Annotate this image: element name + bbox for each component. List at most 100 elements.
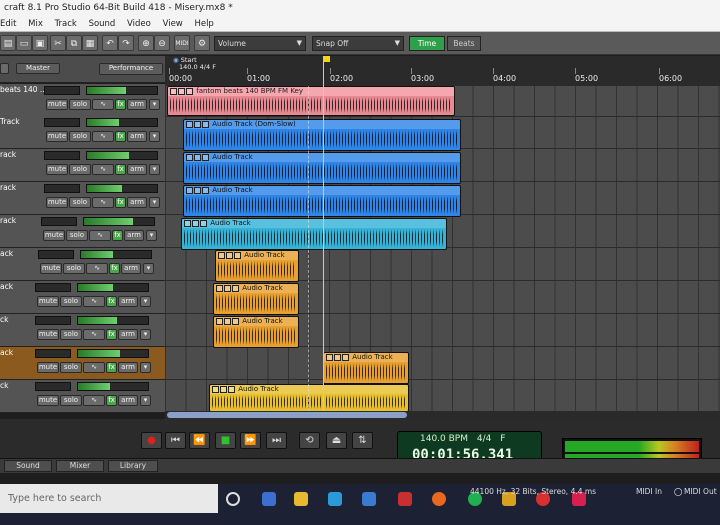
- audio-clip[interactable]: Audio Track: [181, 218, 447, 250]
- audio-clip[interactable]: Audio Track: [323, 352, 409, 384]
- track-name[interactable]: rack: [0, 183, 16, 192]
- pan-slider[interactable]: [44, 118, 80, 127]
- zoom-in-icon[interactable]: ⊕: [138, 35, 154, 51]
- scrollbar-thumb[interactable]: [167, 412, 407, 418]
- solo-button[interactable]: solo: [60, 362, 82, 373]
- volume-slider[interactable]: [77, 316, 149, 325]
- chevron-down-icon[interactable]: ▾: [140, 329, 151, 340]
- track-header-row[interactable]: Track mute solo ∿ fx arm ▾: [0, 116, 165, 149]
- track-name[interactable]: ack: [0, 249, 13, 258]
- track-header-row[interactable]: ack mute solo ∿ fx arm ▾: [0, 347, 165, 380]
- track-header-row[interactable]: rack mute solo ∿ fx arm ▾: [0, 182, 165, 215]
- metronome-icon[interactable]: ⏏: [326, 432, 347, 449]
- mute-button[interactable]: mute: [43, 230, 65, 241]
- timeline-ruler[interactable]: ◉ Start 140.0 4/4 F 00:00 01:00 02:00 03…: [165, 56, 720, 87]
- go-to-end-icon[interactable]: ⏭: [266, 432, 287, 449]
- chevron-down-icon[interactable]: ▾: [146, 230, 157, 241]
- menu-view[interactable]: View: [163, 19, 183, 29]
- track-name[interactable]: rack: [0, 150, 16, 159]
- task-view-icon[interactable]: [226, 492, 240, 506]
- pan-slider[interactable]: [35, 283, 71, 292]
- desktop-icon[interactable]: [262, 492, 276, 506]
- midi-badge[interactable]: MIDI: [174, 35, 190, 51]
- automation-icon[interactable]: ∿: [92, 131, 114, 142]
- solo-button[interactable]: solo: [63, 263, 85, 274]
- clip-menu-icon[interactable]: [212, 385, 219, 393]
- clip-header[interactable]: Audio Track: [216, 251, 298, 260]
- clip-loop-icon[interactable]: [186, 87, 193, 95]
- clip-mute-icon[interactable]: [192, 219, 199, 227]
- clip-menu-icon[interactable]: [184, 219, 191, 227]
- pan-slider[interactable]: [35, 349, 71, 358]
- tab-sound[interactable]: Sound: [4, 460, 52, 472]
- clip-mute-icon[interactable]: [226, 251, 233, 259]
- fx-button[interactable]: fx: [115, 197, 126, 208]
- solo-button[interactable]: solo: [69, 164, 91, 175]
- fx-button[interactable]: fx: [115, 99, 126, 110]
- chevron-down-icon[interactable]: ▾: [143, 263, 154, 274]
- zoom-out-icon[interactable]: ⊖: [154, 35, 170, 51]
- clip-loop-icon[interactable]: [202, 153, 209, 161]
- clip-mute-icon[interactable]: [194, 120, 201, 128]
- undo-icon[interactable]: ↶: [102, 35, 118, 51]
- clip-menu-icon[interactable]: [218, 251, 225, 259]
- tab-mixer[interactable]: Mixer: [56, 460, 104, 472]
- volume-slider[interactable]: [80, 250, 152, 259]
- clip-menu-icon[interactable]: [186, 120, 193, 128]
- mail-icon[interactable]: [362, 492, 376, 506]
- snap-select[interactable]: Snap Off ▼: [312, 36, 404, 51]
- track-name[interactable]: rack: [0, 216, 16, 225]
- redo-icon[interactable]: ↷: [118, 35, 134, 51]
- track-header-row[interactable]: ack mute solo ∿ fx arm ▾: [0, 248, 165, 281]
- track-name[interactable]: ck: [0, 315, 8, 324]
- solo-button[interactable]: solo: [60, 296, 82, 307]
- mute-button[interactable]: mute: [46, 131, 68, 142]
- fx-button[interactable]: fx: [115, 131, 126, 142]
- clip-loop-icon[interactable]: [232, 284, 239, 292]
- clip-loop-icon[interactable]: [202, 186, 209, 194]
- beats-toggle[interactable]: Beats: [447, 36, 481, 51]
- arm-button[interactable]: arm: [127, 164, 147, 175]
- arm-button[interactable]: arm: [118, 395, 138, 406]
- track-name[interactable]: ck: [0, 381, 8, 390]
- clip-mute-icon[interactable]: [178, 87, 185, 95]
- mute-button[interactable]: mute: [37, 395, 59, 406]
- sync-icon[interactable]: ⇅: [352, 432, 373, 449]
- chevron-down-icon[interactable]: ▾: [140, 296, 151, 307]
- arm-button[interactable]: arm: [118, 329, 138, 340]
- open-icon[interactable]: ▤: [0, 35, 16, 51]
- audio-clip[interactable]: Audio Track (Dom-Slow): [183, 119, 461, 151]
- automation-icon[interactable]: ∿: [83, 362, 105, 373]
- pan-slider[interactable]: [41, 217, 77, 226]
- clip-header[interactable]: fantom beats 140 BPM FM Key: [168, 87, 454, 96]
- arm-button[interactable]: arm: [127, 131, 147, 142]
- track-name[interactable]: Track: [0, 117, 20, 126]
- clip-menu-icon[interactable]: [186, 186, 193, 194]
- master-label[interactable]: Master: [16, 63, 60, 74]
- automation-icon[interactable]: ∿: [83, 329, 105, 340]
- menu-help[interactable]: Help: [194, 19, 213, 29]
- track-name[interactable]: beats 140 ...: [0, 85, 47, 94]
- chevron-down-icon[interactable]: ▾: [149, 99, 160, 110]
- clip-loop-icon[interactable]: [228, 385, 235, 393]
- clip-loop-icon[interactable]: [232, 317, 239, 325]
- chevron-down-icon[interactable]: ▾: [140, 362, 151, 373]
- pan-slider[interactable]: [44, 151, 80, 160]
- arm-button[interactable]: arm: [124, 230, 144, 241]
- clip-mute-icon[interactable]: [334, 353, 341, 361]
- audio-clip[interactable]: Audio Track: [213, 283, 299, 315]
- fx-button[interactable]: fx: [115, 164, 126, 175]
- folder-icon[interactable]: ▭: [16, 35, 32, 51]
- audio-clip[interactable]: Audio Track: [215, 250, 299, 282]
- loop-icon[interactable]: ⟲: [299, 432, 320, 449]
- volume-slider[interactable]: [86, 184, 158, 193]
- pan-slider[interactable]: [35, 382, 71, 391]
- chevron-down-icon[interactable]: ▾: [149, 197, 160, 208]
- track-header-row[interactable]: beats 140 ... mute solo ∿ fx arm ▾: [0, 84, 165, 117]
- automation-icon[interactable]: ∿: [83, 395, 105, 406]
- track-header-row[interactable]: rack mute solo ∿ fx arm ▾: [0, 149, 165, 182]
- clip-header[interactable]: Audio Track: [214, 317, 298, 326]
- automation-icon[interactable]: ∿: [92, 164, 114, 175]
- mute-button[interactable]: mute: [37, 296, 59, 307]
- clip-mute-icon[interactable]: [194, 153, 201, 161]
